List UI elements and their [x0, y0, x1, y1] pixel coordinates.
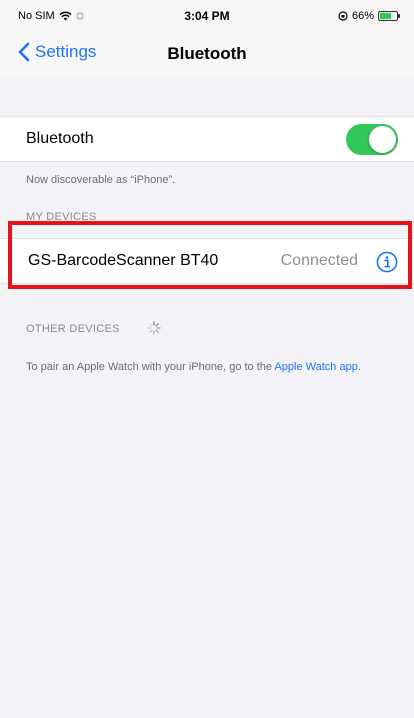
- toggle-knob: [369, 126, 396, 153]
- battery-percent: 66%: [351, 10, 374, 22]
- discoverable-note: Now discoverable as “iPhone”.: [26, 174, 176, 186]
- battery-icon: [378, 11, 400, 21]
- info-icon[interactable]: [376, 251, 398, 273]
- apple-watch-note-suffix: .: [357, 361, 361, 373]
- bluetooth-toggle[interactable]: [346, 124, 398, 155]
- status-bar: No SIM 3:04 PM 66%: [0, 0, 414, 36]
- apple-watch-note-text: To pair an Apple Watch with your iPhone,…: [26, 361, 275, 373]
- device-status: Connected: [280, 252, 358, 269]
- device-name: GS-BarcodeScanner BT40: [28, 252, 219, 269]
- my-devices-header: MY DEVICES: [26, 211, 97, 223]
- orientation-lock-icon: [338, 11, 348, 21]
- battery-fill: [380, 13, 391, 19]
- other-devices-header: OTHER DEVICES: [26, 323, 120, 335]
- apple-watch-app-link[interactable]: Apple Watch app: [274, 361, 357, 373]
- bluetooth-label: Bluetooth: [26, 130, 94, 147]
- apple-watch-note: To pair an Apple Watch with your iPhone,…: [26, 359, 386, 375]
- device-row[interactable]: GS-BarcodeScanner BT40 Connected: [0, 238, 414, 284]
- page-title: Bluetooth: [167, 44, 247, 63]
- navigation-bar: Settings Bluetooth: [0, 36, 414, 76]
- status-right: 66%: [338, 10, 400, 22]
- bluetooth-toggle-row: Bluetooth: [0, 116, 414, 162]
- spinner-icon: [147, 321, 161, 335]
